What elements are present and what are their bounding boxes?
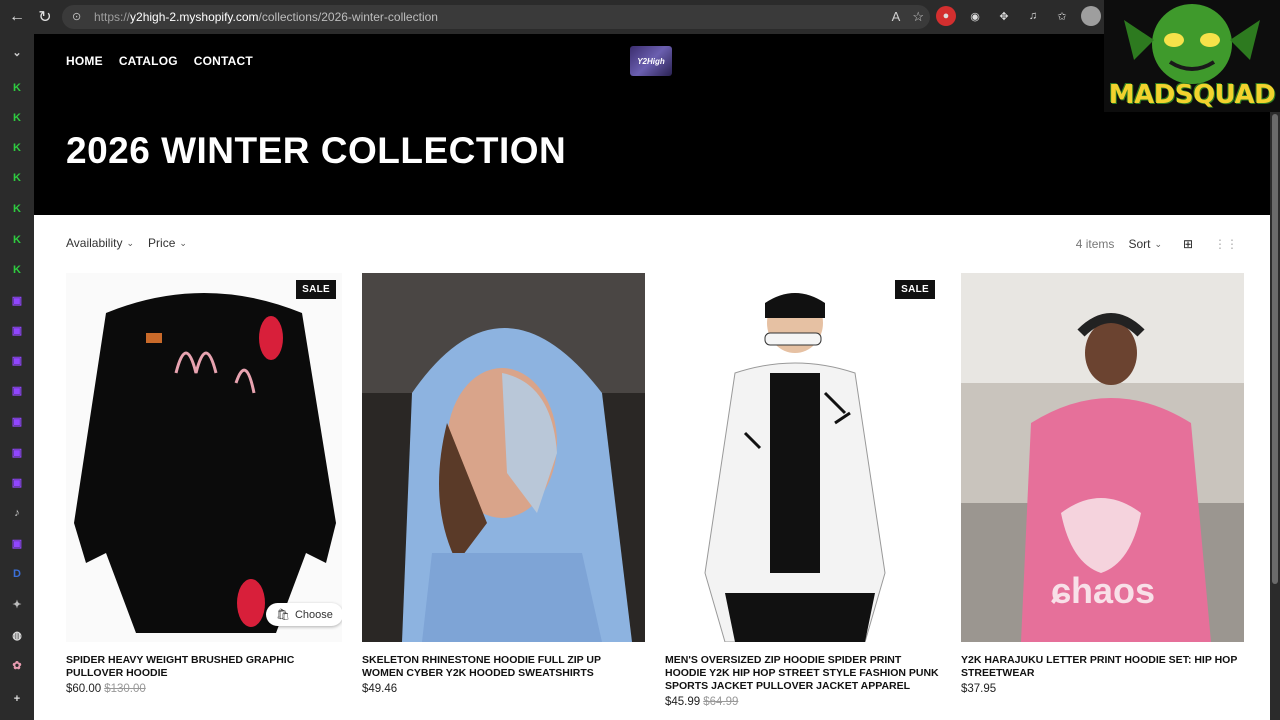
current-price: $60.00: [66, 683, 102, 695]
browser-toolbar: ← ↻ ⊙ https://y2high-2.myshopify.com/col…: [0, 0, 1280, 34]
url-scheme: https://: [94, 10, 131, 24]
twitch-icon[interactable]: ▣: [9, 474, 25, 490]
collapse-chevron-icon[interactable]: ⌄: [9, 44, 25, 60]
twitch-icon[interactable]: ▣: [9, 322, 25, 338]
url-host: y2high-2.myshopify.com: [130, 10, 259, 24]
product-title[interactable]: Y2K HARAJUKU LETTER PRINT HOODIE SET: HI…: [961, 654, 1244, 680]
current-price: $49.46: [362, 683, 398, 695]
product-title[interactable]: SPIDER HEAVY WEIGHT BRUSHED GRAPHIC PULL…: [66, 654, 342, 680]
twitch-icon[interactable]: ▣: [9, 382, 25, 398]
filter-availability-label: Availability: [66, 236, 123, 250]
page-scrollbar[interactable]: [1270, 34, 1280, 720]
product-image[interactable]: ɕhaos: [961, 273, 1244, 642]
url-path: /collections/2026-winter-collection: [258, 10, 438, 24]
add-icon[interactable]: +: [9, 691, 25, 707]
browser-sidebar: ⌄ K K K K K K K ▣ ▣ ▣ ▣ ▣ ▣ ▣ ♪ ▣ D ✦ ◍ …: [0, 34, 34, 720]
item-count: 4 items: [1075, 237, 1115, 251]
kick-icon[interactable]: K: [9, 170, 25, 186]
product-price: $49.46: [362, 683, 645, 695]
kick-icon[interactable]: K: [9, 201, 25, 217]
product-title[interactable]: MEN'S OVERSIZED ZIP HOODIE SPIDER PRINT …: [665, 654, 941, 693]
read-aloud-icon[interactable]: A: [892, 9, 901, 25]
kick-icon[interactable]: K: [9, 232, 25, 248]
app-icon[interactable]: ✦: [9, 596, 25, 612]
product-card[interactable]: SALE MEN'S OVERSIZED ZIP HOODIE SPIDER P…: [665, 273, 941, 708]
site-info-icon[interactable]: ⊙: [72, 10, 86, 24]
kick-icon[interactable]: K: [9, 110, 25, 126]
logo-text: Y2High: [637, 56, 665, 66]
product-card[interactable]: SALE 🛍 Choose SPIDER HEAVY WEIGHT BRUSHED…: [66, 273, 342, 708]
sale-badge: SALE: [296, 280, 336, 299]
quick-add-button[interactable]: 🛍 Choose: [266, 603, 342, 626]
compare-price: $64.99: [703, 696, 739, 708]
store-logo[interactable]: Y2High: [630, 46, 672, 76]
filter-price-label: Price: [148, 236, 176, 250]
store-page: HOME CATALOG CONTACT Y2High 2026 WINTER …: [34, 34, 1270, 720]
main-nav: HOME CATALOG CONTACT: [66, 54, 253, 68]
favorite-star-icon[interactable]: ☆: [912, 9, 924, 25]
product-grid: SALE 🛍 Choose SPIDER HEAVY WEIGHT BRUSHED…: [66, 273, 1244, 708]
reload-icon[interactable]: ↻: [30, 2, 60, 32]
product-card[interactable]: SKELETON RHINESTONE HOODIE FULL ZIP UP W…: [362, 273, 645, 708]
product-image[interactable]: SALE: [665, 273, 941, 642]
product-image[interactable]: [362, 273, 645, 642]
collection-title: 2026 WINTER COLLECTION: [66, 130, 567, 171]
nav-home[interactable]: HOME: [66, 54, 103, 68]
product-title[interactable]: SKELETON RHINESTONE HOODIE FULL ZIP UP W…: [362, 654, 645, 680]
sale-badge: SALE: [895, 280, 935, 299]
filter-availability[interactable]: Availability ⌄: [66, 236, 134, 250]
scrollbar-thumb[interactable]: [1272, 114, 1278, 584]
current-price: $45.99: [665, 696, 701, 708]
favorites-icon[interactable]: ✩: [1052, 6, 1072, 26]
bag-icon: 🛍: [276, 609, 290, 621]
compare-price: $130.00: [104, 683, 146, 695]
product-price: $60.00 $130.00: [66, 683, 342, 695]
twitch-icon[interactable]: ▣: [9, 352, 25, 368]
kick-icon[interactable]: K: [9, 262, 25, 278]
nav-catalog[interactable]: CATALOG: [119, 54, 178, 68]
product-card[interactable]: ɕhaos Y2K HARAJUKU LETTER PRINT HOODIE S…: [961, 273, 1244, 708]
product-price: $45.99 $64.99: [665, 696, 941, 708]
chevron-down-icon: ⌄: [179, 237, 187, 248]
svg-text:ɕhaos: ɕhaos: [1051, 570, 1155, 611]
filter-price[interactable]: Price ⌄: [148, 236, 187, 250]
speaker-icon[interactable]: ♪: [9, 505, 25, 521]
grid-large-view-icon[interactable]: ⊞: [1176, 234, 1200, 254]
address-bar[interactable]: ⊙ https://y2high-2.myshopify.com/collect…: [62, 5, 930, 29]
current-price: $37.95: [961, 683, 997, 695]
kick-icon[interactable]: K: [9, 80, 25, 96]
sort-dropdown[interactable]: Sort ⌄: [1128, 237, 1162, 251]
media-icon[interactable]: ♫: [1023, 6, 1043, 26]
kick-icon[interactable]: K: [9, 140, 25, 156]
extension-circle-icon[interactable]: ◉: [965, 6, 985, 26]
twitch-icon[interactable]: ▣: [9, 292, 25, 308]
collection-hero: HOME CATALOG CONTACT Y2High 2026 WINTER …: [34, 34, 1270, 215]
sort-and-view: 4 items Sort ⌄ ⊞ ⋮⋮: [1076, 234, 1238, 254]
extension-red-icon[interactable]: ●: [936, 6, 956, 26]
twitch-icon[interactable]: ▣: [9, 444, 25, 460]
stream-overlay-logo: MADSQUAD: [1104, 0, 1280, 112]
overlay-text: MADSQUAD: [1108, 80, 1276, 110]
sort-label: Sort: [1128, 237, 1151, 251]
back-icon[interactable]: ←: [2, 2, 32, 32]
globe-icon[interactable]: ◍: [9, 627, 25, 643]
quick-add-label: Choose: [294, 608, 333, 621]
twitch-icon[interactable]: ▣: [9, 535, 25, 551]
app-icon[interactable]: ✿: [9, 657, 25, 673]
profile-avatar[interactable]: [1081, 6, 1101, 26]
nav-contact[interactable]: CONTACT: [194, 54, 253, 68]
grid-small-view-icon[interactable]: ⋮⋮: [1214, 234, 1238, 254]
product-price: $37.95: [961, 683, 1244, 695]
twitch-icon[interactable]: ▣: [9, 413, 25, 429]
chevron-down-icon: ⌄: [126, 237, 135, 248]
product-image[interactable]: SALE 🛍 Choose: [66, 273, 342, 642]
filter-bar: Availability ⌄ Price ⌄: [66, 236, 187, 250]
chevron-down-icon: ⌄: [1154, 238, 1162, 249]
extensions-puzzle-icon[interactable]: ✥: [994, 6, 1014, 26]
app-icon[interactable]: D: [9, 566, 25, 582]
